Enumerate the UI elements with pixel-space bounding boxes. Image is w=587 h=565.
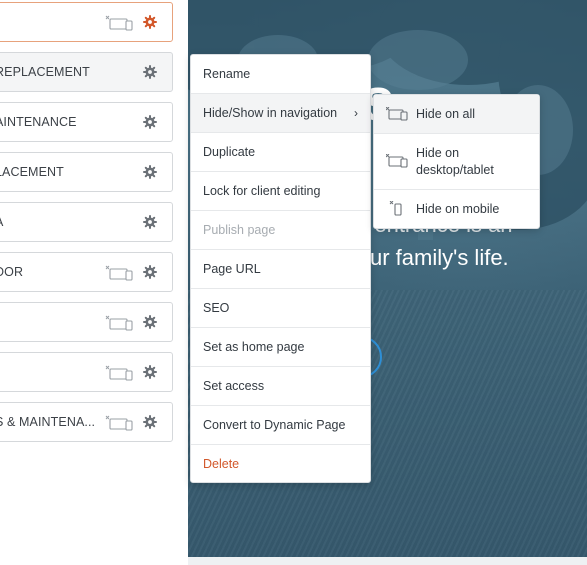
menu-item-label: Page URL	[203, 262, 261, 276]
all-devices-hidden-icon	[386, 107, 408, 121]
page-label: DOR	[0, 265, 24, 279]
gear-icon[interactable]	[142, 214, 158, 230]
menu-item-label: Hide/Show in navigation	[203, 106, 338, 120]
menu-item-label: Lock for client editing	[203, 184, 321, 198]
gear-icon[interactable]	[142, 14, 158, 30]
page-row[interactable]: A	[0, 202, 173, 242]
submenu-item-hide-all[interactable]: Hide on all	[374, 95, 539, 134]
menu-item-set-home[interactable]: Set as home page	[191, 328, 370, 367]
hidden-in-nav-icon	[105, 365, 133, 381]
gear-icon[interactable]	[142, 264, 158, 280]
gear-icon[interactable]	[142, 364, 158, 380]
page-row[interactable]: LACEMENT	[0, 152, 173, 192]
menu-item-label: SEO	[203, 301, 230, 315]
desktop-tablet-hidden-icon	[386, 154, 408, 168]
page-label	[0, 353, 97, 391]
menu-item-set-access[interactable]: Set access	[191, 367, 370, 406]
menu-item-convert-dynamic[interactable]: Convert to Dynamic Page	[191, 406, 370, 445]
page-label: A	[0, 203, 97, 241]
hidden-in-nav-icon	[105, 315, 133, 331]
gear-icon[interactable]	[142, 164, 158, 180]
gear-icon[interactable]	[142, 314, 158, 330]
page-label: LACEMENT	[0, 165, 64, 179]
hidden-in-nav-icon	[105, 15, 133, 31]
chevron-right-icon: ›	[354, 106, 358, 120]
hero-text-line: ur family's life.	[370, 245, 509, 270]
hide-show-submenu: Hide on all Hide on desktop/tablet Hide …	[373, 94, 540, 229]
page-label	[0, 303, 97, 341]
hidden-in-nav-icon	[105, 265, 133, 281]
page-context-menu: Rename Hide/Show in navigation › Duplicat…	[190, 54, 371, 483]
gear-icon[interactable]	[142, 114, 158, 130]
menu-item-delete[interactable]: Delete	[191, 445, 370, 484]
page-row[interactable]	[0, 2, 173, 42]
hidden-in-nav-icon	[105, 415, 133, 431]
submenu-item-hide-desktop-tablet[interactable]: Hide on desktop/tablet	[374, 134, 539, 190]
page-row[interactable]: S & MAINTENA...	[0, 402, 173, 442]
mobile-hidden-icon	[389, 201, 402, 216]
menu-item-page-url[interactable]: Page URL	[191, 250, 370, 289]
menu-item-label: Set as home page	[203, 340, 305, 354]
menu-item-rename[interactable]: Rename	[191, 55, 370, 94]
menu-item-publish: Publish page	[191, 211, 370, 250]
menu-item-label: Duplicate	[203, 145, 256, 159]
page-row[interactable]: AINTENANCE	[0, 102, 173, 142]
menu-item-duplicate[interactable]: Duplicate	[191, 133, 370, 172]
pages-panel: REPLACEMENT AINTENANCE LACEMENT A DOR	[0, 0, 188, 565]
menu-item-hide-show-nav[interactable]: Hide/Show in navigation ›	[191, 94, 370, 133]
page-label	[0, 3, 97, 41]
page-label: AINTENANCE	[0, 115, 77, 129]
preview-bottom-strip	[188, 557, 587, 565]
page-label: REPLACEMENT	[0, 65, 90, 79]
menu-item-label: Set access	[203, 379, 265, 393]
menu-item-label: Publish page	[203, 223, 276, 237]
menu-item-label: Convert to Dynamic Page	[203, 418, 346, 432]
menu-item-label: Rename	[203, 67, 251, 81]
menu-item-lock[interactable]: Lock for client editing	[191, 172, 370, 211]
gear-icon[interactable]	[142, 414, 158, 430]
menu-item-seo[interactable]: SEO	[191, 289, 370, 328]
page-row[interactable]	[0, 352, 173, 392]
page-row[interactable]: REPLACEMENT	[0, 52, 173, 92]
gear-icon[interactable]	[142, 64, 158, 80]
page-label: S & MAINTENA...	[0, 415, 96, 429]
page-row[interactable]: DOR	[0, 252, 173, 292]
submenu-item-label: Hide on	[416, 146, 460, 160]
page-row[interactable]	[0, 302, 173, 342]
submenu-item-label: Hide on mobile	[416, 202, 500, 216]
submenu-item-hide-mobile[interactable]: Hide on mobile	[374, 190, 539, 229]
submenu-item-label-line2: desktop/tablet	[416, 163, 494, 177]
submenu-item-label: Hide on all	[416, 107, 476, 121]
menu-item-label: Delete	[203, 457, 240, 471]
